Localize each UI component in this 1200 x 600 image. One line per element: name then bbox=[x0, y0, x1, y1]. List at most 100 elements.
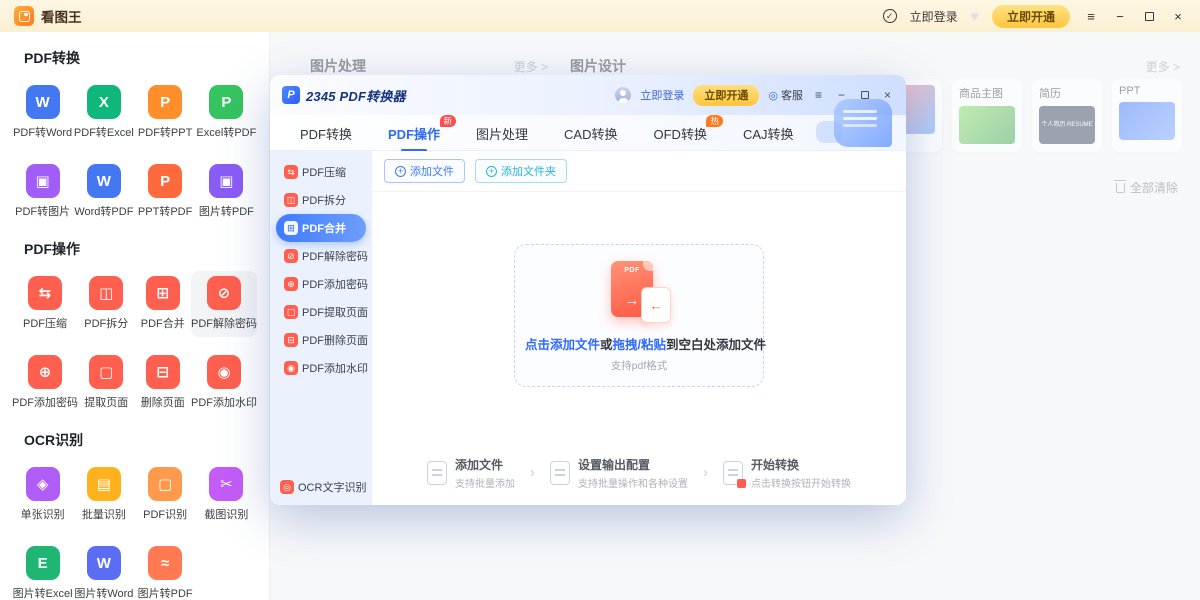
ppt-to-pdf-icon: P bbox=[148, 164, 182, 198]
sidebar-item-ocr-single[interactable]: ◈ 单张识别 bbox=[12, 462, 73, 528]
tool-label: 图片转Excel bbox=[13, 585, 73, 600]
sidebar-item-pdf-to-image[interactable]: ▣ PDF转图片 bbox=[12, 159, 73, 225]
file-dropzone[interactable]: PDF 点击添加文件或拖拽/粘贴到空白处添加文件 支持pdf格式 bbox=[514, 244, 764, 387]
step-title: 添加文件 bbox=[455, 456, 515, 473]
dialog-login-link[interactable]: 立即登录 bbox=[640, 87, 684, 103]
sidebar-item-pdf-to-word[interactable]: W PDF转Word bbox=[12, 80, 73, 146]
pdf-file-illustration: PDF bbox=[593, 261, 685, 321]
pdf-merge-icon: ⊞ bbox=[284, 221, 298, 235]
dropzone-or-text: 或 bbox=[600, 338, 613, 352]
add-file-button[interactable]: + 添加文件 bbox=[384, 159, 465, 183]
ocr-icon: ◎ bbox=[280, 480, 294, 494]
app-menu-icon[interactable]: ≡ bbox=[1083, 9, 1099, 24]
tool-label: 删除页面 bbox=[141, 394, 185, 410]
tab-pdf-ops[interactable]: PDF操作 新 bbox=[388, 114, 440, 152]
sidebar-item-pdf-to-excel[interactable]: X PDF转Excel bbox=[73, 80, 134, 146]
sidebar-item-extract-pages[interactable]: ▢ 提取页面 bbox=[78, 350, 135, 416]
step-start-convert: 开始转换 点击转换按钮开始转换 bbox=[723, 456, 851, 490]
nav-pdf-merge[interactable]: ⊞ PDF合并 bbox=[276, 214, 366, 242]
tool-label: 截图识别 bbox=[204, 506, 248, 522]
tool-label: 图片转PDF bbox=[199, 203, 254, 219]
sidebar-item-image-to-pdf-ocr[interactable]: ≈ 图片转PDF bbox=[135, 541, 196, 600]
vip-heart-icon[interactable]: ♥ bbox=[971, 8, 979, 24]
tab-image-processing[interactable]: 图片处理 bbox=[476, 114, 528, 152]
nav-label: PDF添加密码 bbox=[302, 276, 368, 292]
dropzone-rest-text: 到空白处添加文件 bbox=[666, 338, 766, 352]
ocr-screenshot-icon: ✂ bbox=[209, 467, 243, 501]
sidebar-item-ppt-to-pdf[interactable]: P PPT转PDF bbox=[135, 159, 196, 225]
tool-label: PDF拆分 bbox=[84, 315, 128, 331]
tool-label: PDF解除密码 bbox=[191, 315, 257, 331]
delete-pages-icon: ⊟ bbox=[284, 333, 298, 347]
step-desc: 支持批量操作和各种设置 bbox=[578, 475, 688, 490]
nav-pdf-delete-pages[interactable]: ⊟ PDF删除页面 bbox=[276, 326, 366, 354]
pdf-to-ppt-icon: P bbox=[148, 85, 182, 119]
avatar[interactable] bbox=[615, 87, 631, 103]
sidebar-item-ocr-pdf[interactable]: ▢ PDF识别 bbox=[135, 462, 196, 528]
sidebar-item-word-to-pdf[interactable]: W Word转PDF bbox=[73, 159, 134, 225]
dialog-maximize-button[interactable] bbox=[858, 91, 871, 99]
sidebar-item-delete-pages[interactable]: ⊟ 删除页面 bbox=[135, 350, 192, 416]
app-close-button[interactable]: × bbox=[1170, 9, 1186, 24]
dropzone-instruction: 点击添加文件或拖拽/粘贴到空白处添加文件 bbox=[525, 334, 753, 353]
nav-pdf-lock[interactable]: ⊕ PDF添加密码 bbox=[276, 270, 366, 298]
sidebar-item-image-to-excel[interactable]: E 图片转Excel bbox=[12, 541, 73, 600]
sidebar-item-ocr-screenshot[interactable]: ✂ 截图识别 bbox=[196, 462, 257, 528]
nav-pdf-unlock[interactable]: ⊘ PDF解除密码 bbox=[276, 242, 366, 270]
tab-pdf-convert[interactable]: PDF转换 bbox=[300, 114, 352, 152]
nav-ocr-text[interactable]: ◎ OCR文字识别 bbox=[280, 479, 366, 495]
sidebar-item-image-to-pdf[interactable]: ▣ 图片转PDF bbox=[196, 159, 257, 225]
dropzone-click-text: 点击添加文件 bbox=[525, 338, 600, 352]
sidebar-item-image-to-word[interactable]: W 图片转Word bbox=[73, 541, 134, 600]
app-logo-icon bbox=[14, 6, 34, 26]
tab-caj-convert[interactable]: CAJ转换 bbox=[743, 114, 794, 152]
sidebar-item-pdf-unlock[interactable]: ⊘ PDF解除密码 bbox=[191, 271, 257, 337]
sidebar-item-pdf-lock[interactable]: ⊕ PDF添加密码 bbox=[12, 350, 78, 416]
chevron-right-icon bbox=[530, 464, 535, 482]
app-title: 看图王 bbox=[41, 6, 82, 26]
add-folder-button[interactable]: + 添加文件夹 bbox=[475, 159, 567, 183]
login-link[interactable]: 立即登录 bbox=[910, 8, 958, 25]
tool-label: PDF识别 bbox=[143, 506, 187, 522]
service-label: 客服 bbox=[781, 87, 803, 103]
pdf-to-image-icon: ▣ bbox=[26, 164, 60, 198]
pdf-to-word-icon: W bbox=[26, 85, 60, 119]
extract-pages-icon: ▢ bbox=[284, 305, 298, 319]
nav-pdf-compress[interactable]: ⇆ PDF压缩 bbox=[276, 158, 366, 186]
nav-label: PDF提取页面 bbox=[302, 304, 368, 320]
app-minimize-button[interactable]: − bbox=[1112, 9, 1128, 24]
sidebar-item-pdf-merge[interactable]: ⊞ PDF合并 bbox=[135, 271, 192, 337]
nav-label: PDF删除页面 bbox=[302, 332, 368, 348]
pdf-compress-icon: ⇆ bbox=[28, 276, 62, 310]
dialog-sidenav: ⇆ PDF压缩 ◫ PDF拆分 ⊞ PDF合并 ⊘ PDF解除密码 ⊕ PDF添… bbox=[270, 151, 372, 505]
sidebar-item-pdf-compress[interactable]: ⇆ PDF压缩 bbox=[12, 271, 78, 337]
sidebar-item-pdf-split[interactable]: ◫ PDF拆分 bbox=[78, 271, 135, 337]
dialog-minimize-button[interactable]: − bbox=[835, 88, 848, 102]
nav-pdf-split[interactable]: ◫ PDF拆分 bbox=[276, 186, 366, 214]
nav-label: OCR文字识别 bbox=[298, 479, 366, 495]
tab-label: OFD转换 bbox=[654, 127, 707, 142]
dialog-upgrade-button[interactable]: 立即开通 bbox=[693, 85, 759, 106]
sidebar-item-excel-to-pdf[interactable]: P Excel转PDF bbox=[196, 80, 257, 146]
tab-ofd-convert[interactable]: OFD转换 热 bbox=[654, 114, 707, 152]
sidebar-item-pdf-to-ppt[interactable]: P PDF转PPT bbox=[135, 80, 196, 146]
dialog-menu-icon[interactable]: ≡ bbox=[812, 88, 825, 102]
tool-label: 批量识别 bbox=[82, 506, 126, 522]
converter-logo-icon: P bbox=[282, 86, 300, 104]
sidebar-item-pdf-watermark[interactable]: ◉ PDF添加水印 bbox=[191, 350, 257, 416]
document-icon bbox=[427, 461, 447, 485]
ocr-single-icon: ◈ bbox=[26, 467, 60, 501]
tools-sidebar: PDF转换 W PDF转Word X PDF转Excel P PDF转PPT P… bbox=[0, 32, 270, 600]
tab-cad-convert[interactable]: CAD转换 bbox=[564, 114, 617, 152]
upgrade-button[interactable]: 立即开通 bbox=[992, 5, 1070, 28]
dialog-close-button[interactable]: × bbox=[881, 88, 894, 102]
sidebar-item-ocr-batch[interactable]: ▤ 批量识别 bbox=[73, 462, 134, 528]
pdf-converter-dialog: P 2345 PDF转换器 立即登录 立即开通 ◎ 客服 ≡ − × PDF转换… bbox=[270, 75, 906, 505]
nav-pdf-watermark[interactable]: ◉ PDF添加水印 bbox=[276, 354, 366, 382]
app-maximize-button[interactable] bbox=[1141, 12, 1157, 21]
customer-service-button[interactable]: ◎ 客服 bbox=[768, 87, 803, 103]
login-status-icon[interactable]: ✓ bbox=[883, 9, 897, 23]
workflow-steps: 添加文件 支持批量添加 设置输出配置 支持批量操作和各种设置 开 bbox=[372, 456, 906, 490]
nav-pdf-extract-pages[interactable]: ▢ PDF提取页面 bbox=[276, 298, 366, 326]
tool-label: PDF添加密码 bbox=[12, 394, 78, 410]
